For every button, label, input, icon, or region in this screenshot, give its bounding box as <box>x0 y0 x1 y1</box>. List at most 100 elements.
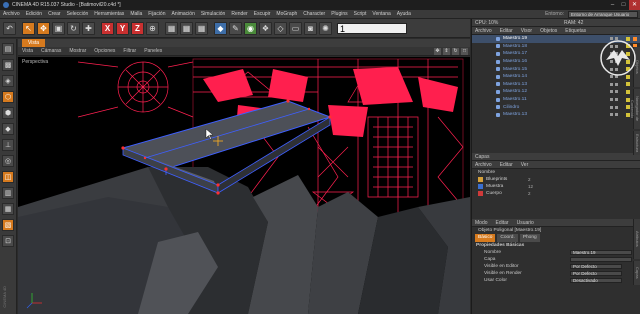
viewport-menu-paneles[interactable]: Paneles <box>144 48 162 54</box>
menu-edicion[interactable]: Edición <box>26 11 42 17</box>
use-color-select[interactable]: Desactivado <box>570 277 622 284</box>
menu-character[interactable]: Character <box>303 11 325 17</box>
layers-menu: Archivo Editar Ver <box>472 161 640 169</box>
menu-herramientas[interactable]: Herramientas <box>94 11 124 17</box>
visible-render-select[interactable]: Por Defecto <box>570 270 622 277</box>
tab-phong[interactable]: Phong <box>519 234 540 242</box>
axis-mode-icon[interactable]: ⊥ <box>2 139 14 151</box>
axis-y-button[interactable]: Y <box>116 21 129 35</box>
name-input[interactable]: Maestro.19 <box>570 249 632 256</box>
viewport-tab[interactable]: Vista <box>22 39 46 47</box>
layer-row[interactable]: Blueprints 2 <box>472 176 640 183</box>
viewport-menu-opciones[interactable]: Opciones <box>94 48 115 54</box>
camera-icon[interactable]: ◙ <box>304 21 317 35</box>
undo-icon[interactable]: ↶ <box>3 21 16 35</box>
menu-ayuda[interactable]: Ayuda <box>397 11 411 17</box>
menu-malla[interactable]: Malla <box>130 11 142 17</box>
om-menu-archivo[interactable]: Archivo <box>475 28 492 34</box>
layout-select[interactable]: Entorno de Arranque Usuario <box>568 11 638 18</box>
axis-x-button[interactable]: X <box>101 21 114 35</box>
light-icon[interactable]: ✺ <box>319 21 332 35</box>
om-menu-etiquetas[interactable]: Etiquetas <box>565 28 586 34</box>
viewport-menu-camaras[interactable]: Cámaras <box>41 48 61 54</box>
axis-z-button[interactable]: Z <box>131 21 144 35</box>
deformer-icon[interactable]: ◇ <box>274 21 287 35</box>
menu-ventana[interactable]: Ventana <box>372 11 390 17</box>
menu-seleccion[interactable]: Selección <box>67 11 89 17</box>
object-row[interactable]: Maestro.12 <box>472 88 640 96</box>
side-tab-capas[interactable]: Capas <box>633 261 640 285</box>
pen-icon[interactable]: ✎ <box>229 21 242 35</box>
edges-mode-icon[interactable]: ⬢ <box>2 107 14 119</box>
layers-menu-editar[interactable]: Editar <box>500 162 513 168</box>
workplane-icon[interactable]: ▥ <box>2 187 14 199</box>
om-menu-objetos[interactable]: Objetos <box>540 28 557 34</box>
render-view-icon[interactable]: ▦ <box>165 21 178 35</box>
om-menu-editar[interactable]: Editar <box>500 28 513 34</box>
object-row[interactable]: Maestro.13 <box>472 81 640 89</box>
menu-mograph[interactable]: MoGraph <box>276 11 297 17</box>
texture-mode-icon[interactable]: ▩ <box>2 59 14 71</box>
zoom-icon[interactable]: ⇕ <box>443 48 450 55</box>
lock-workplane-icon[interactable]: ▧ <box>2 219 14 231</box>
minimize-button[interactable]: – <box>607 0 618 10</box>
3d-viewport[interactable]: Perspectiva <box>18 57 470 314</box>
model-mode-icon[interactable]: ◈ <box>2 75 14 87</box>
object-row[interactable]: Cilindro <box>472 103 640 111</box>
coordinate-system-icon[interactable]: ⊕ <box>146 21 159 35</box>
side-tab-atributos[interactable]: Atributos <box>633 219 640 259</box>
attr-menu-usuario[interactable]: Usuario <box>517 220 534 226</box>
tab-coord[interactable]: Coord. <box>497 234 518 242</box>
menu-fijacion[interactable]: Fijación <box>148 11 165 17</box>
menu-script[interactable]: Script <box>354 11 367 17</box>
viewport-menu-mostrar[interactable]: Mostrar <box>69 48 86 54</box>
live-selection-icon[interactable]: ↖ <box>22 21 35 35</box>
object-row[interactable]: Maestro.11 <box>472 96 640 104</box>
scale-icon[interactable]: ▣ <box>52 21 65 35</box>
menu-crear[interactable]: Crear <box>48 11 61 17</box>
layer-row[interactable]: Cuerpo 2 <box>472 190 640 197</box>
om-menu-visor[interactable]: Visor <box>521 28 532 34</box>
tab-basico[interactable]: Básico <box>475 234 496 242</box>
menu-plugins[interactable]: Plugins <box>331 11 347 17</box>
attr-menu-editar[interactable]: Editar <box>496 220 509 226</box>
rotate-icon[interactable]: ↻ <box>67 21 80 35</box>
tweak-mode-icon[interactable]: ◎ <box>2 155 14 167</box>
render-picture-viewer-icon[interactable]: ▦ <box>180 21 193 35</box>
polygons-mode-icon[interactable]: ◆ <box>2 123 14 135</box>
menu-archivo[interactable]: Archivo <box>3 11 20 17</box>
floor-icon[interactable]: ▭ <box>289 21 302 35</box>
layers-menu-ver[interactable]: Ver <box>521 162 529 168</box>
pan-icon[interactable]: ✥ <box>434 48 441 55</box>
render-settings-icon[interactable]: ▦ <box>195 21 208 35</box>
layer-row[interactable]: Muestra 12 <box>472 183 640 190</box>
array-icon[interactable]: ❖ <box>259 21 272 35</box>
side-tab-estructura[interactable]: Estructura <box>633 131 640 155</box>
menu-escupir[interactable]: Escupir <box>254 11 271 17</box>
side-tab-navegador[interactable]: Navegador de Contenido <box>630 89 640 129</box>
axis-lock-icon[interactable]: ⊡ <box>2 235 14 247</box>
subdivision-icon[interactable]: ◉ <box>244 21 257 35</box>
points-mode-icon[interactable]: ⬡ <box>2 91 14 103</box>
viewport-menu-vista[interactable]: Vista <box>22 48 33 54</box>
menu-render[interactable]: Render <box>231 11 247 17</box>
visible-editor-select[interactable]: Por Defecto <box>570 263 622 270</box>
move-icon[interactable]: ✥ <box>37 21 50 35</box>
orbit-icon[interactable]: ↻ <box>452 48 459 55</box>
frame-number-field[interactable]: 1 <box>337 22 407 34</box>
cube-icon[interactable]: ◆ <box>214 21 227 35</box>
menu-animacion[interactable]: Animación <box>172 11 195 17</box>
close-button[interactable]: ✕ <box>629 0 640 10</box>
maximize-view-icon[interactable]: □ <box>461 48 468 55</box>
snap-icon[interactable]: ◫ <box>2 171 14 183</box>
attr-menu-modo[interactable]: Modo <box>475 220 488 226</box>
make-editable-icon[interactable]: ▤ <box>2 43 14 55</box>
recent-tools-icon[interactable]: ✚ <box>82 21 95 35</box>
layer-input[interactable] <box>570 256 632 263</box>
viewport-menu-filtrar[interactable]: Filtrar <box>123 48 136 54</box>
quantize-icon[interactable]: ▦ <box>2 203 14 215</box>
layers-menu-archivo[interactable]: Archivo <box>475 162 492 168</box>
object-row[interactable]: Maestro.13 <box>472 111 640 119</box>
menu-simulacion[interactable]: Simulación <box>201 11 225 17</box>
maximize-button[interactable]: □ <box>618 0 629 10</box>
